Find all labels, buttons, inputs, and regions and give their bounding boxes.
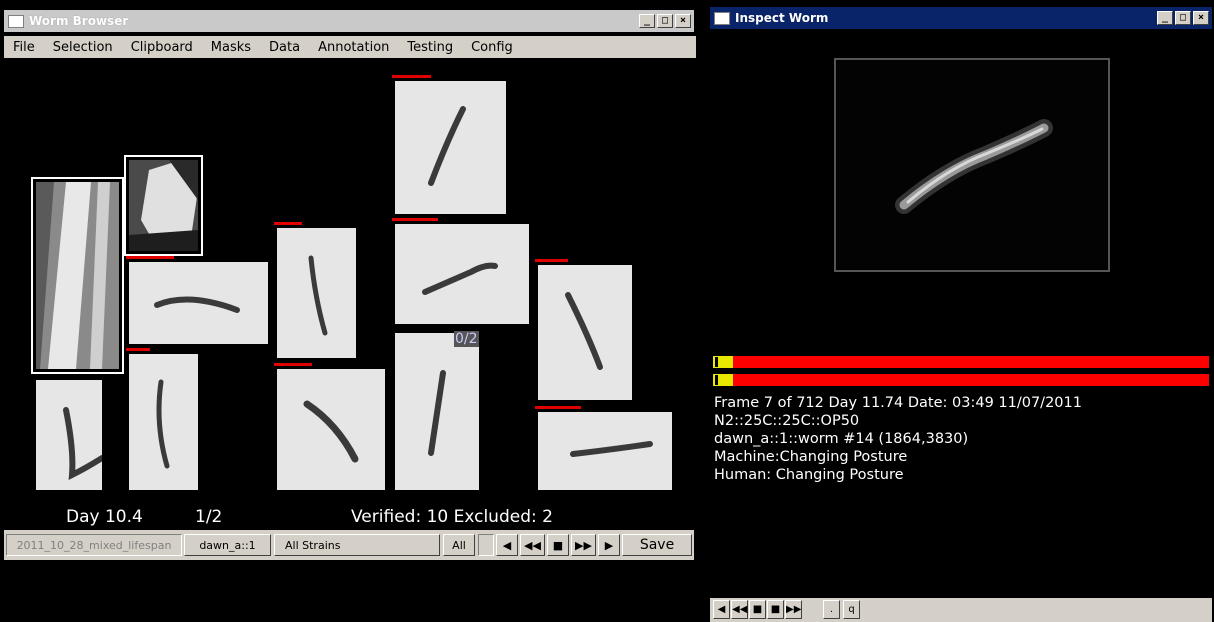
worm-frame-image[interactable]	[834, 58, 1110, 272]
menu-bar: File Selection Clipboard Masks Data Anno…	[4, 36, 696, 58]
thumbnail-count-badge: 0/2	[454, 331, 479, 347]
bottom-toolbar: 2011_10_28_mixed_lifespan dawn_a::1 All …	[4, 530, 694, 560]
menu-annotation[interactable]: Annotation	[309, 40, 398, 55]
window-app-icon	[714, 11, 730, 25]
plate-selector[interactable]: dawn_a::1	[184, 534, 271, 556]
maximize-icon[interactable]: □	[657, 14, 673, 28]
day-label: Day 10.4	[66, 507, 143, 527]
flag-bar	[126, 256, 174, 259]
minimize-icon[interactable]: _	[1157, 11, 1173, 25]
worm-thumbnail[interactable]	[129, 160, 198, 251]
step-back-icon[interactable]: ◀	[713, 600, 730, 619]
stop-icon[interactable]: ■	[767, 600, 784, 619]
close-icon[interactable]: ×	[1193, 11, 1209, 25]
flag-bar	[535, 406, 581, 409]
experiment-selector[interactable]: 2011_10_28_mixed_lifespan	[6, 534, 182, 556]
window-title: Inspect Worm	[735, 11, 829, 25]
flag-bar	[126, 348, 150, 351]
menu-data[interactable]: Data	[260, 40, 309, 55]
verification-summary: Verified: 10 Excluded: 2	[351, 507, 553, 527]
worm-id-info: dawn_a::1::worm #14 (1864,3830)	[714, 431, 969, 447]
worm-thumbnail[interactable]	[395, 81, 506, 214]
save-button[interactable]: Save	[622, 534, 692, 556]
annotation-progress-bar[interactable]	[713, 374, 1209, 386]
worm-thumbnail[interactable]	[538, 412, 672, 490]
worm-browser-window: Worm Browser _ □ × File Selection Clipbo…	[0, 0, 700, 622]
worm-thumbnail[interactable]	[538, 265, 632, 400]
inspect-controls: ◀ ◀◀ ■ ■ ▶▶ . q	[710, 598, 1212, 622]
flag-bar	[392, 75, 431, 78]
stop-icon[interactable]: ■	[547, 534, 569, 556]
machine-annotation: Machine:Changing Posture	[714, 449, 908, 465]
worm-thumbnail[interactable]	[129, 354, 198, 490]
rewind-icon[interactable]: ◀◀	[520, 534, 545, 556]
menu-testing[interactable]: Testing	[398, 40, 462, 55]
close-icon[interactable]: ×	[675, 14, 691, 28]
page-indicator: 1/2	[195, 507, 223, 527]
menu-masks[interactable]: Masks	[202, 40, 260, 55]
maximize-icon[interactable]: □	[1175, 11, 1191, 25]
flag-bar	[535, 259, 568, 262]
flag-bar	[274, 222, 302, 225]
q-button[interactable]: q	[843, 600, 860, 619]
minimize-icon[interactable]: _	[639, 14, 655, 28]
window-app-icon	[8, 14, 24, 28]
rewind-icon[interactable]: ◀◀	[731, 600, 748, 619]
menu-file[interactable]: File	[4, 40, 44, 55]
frame-progress-bar[interactable]	[713, 356, 1209, 368]
flag-bar	[392, 218, 438, 221]
all-button[interactable]: All	[443, 534, 475, 556]
worm-thumbnail[interactable]	[277, 228, 356, 358]
worm-thumbnail[interactable]	[395, 224, 529, 324]
fast-forward-icon[interactable]: ▶▶	[571, 534, 596, 556]
strain-selector[interactable]: All Strains	[274, 534, 440, 556]
worm-thumbnail[interactable]	[36, 182, 119, 369]
next-icon[interactable]: ▶	[598, 534, 620, 556]
frame-info: Frame 7 of 712 Day 11.74 Date: 03:49 11/…	[714, 395, 1082, 411]
menu-clipboard[interactable]: Clipboard	[122, 40, 202, 55]
worm-thumbnail[interactable]	[395, 333, 479, 490]
progress-marker	[715, 357, 718, 367]
strain-info: N2::25C::25C::OP50	[714, 413, 860, 429]
flag-bar	[274, 363, 312, 366]
inspect-worm-titlebar[interactable]: Inspect Worm _ □ ×	[710, 7, 1212, 29]
dot-button[interactable]: .	[823, 600, 840, 619]
prev-icon[interactable]: ◀	[496, 534, 518, 556]
worm-thumbnail[interactable]	[277, 369, 385, 490]
worm-thumbnail[interactable]	[129, 262, 268, 344]
toolbar-spacer	[478, 534, 494, 556]
stop-icon[interactable]: ■	[749, 600, 766, 619]
worm-info-panel: Frame 7 of 712 Day 11.74 Date: 03:49 11/…	[714, 394, 1082, 484]
human-annotation: Human: Changing Posture	[714, 467, 904, 483]
fast-forward-icon[interactable]: ▶▶	[785, 600, 802, 619]
worm-thumbnail[interactable]	[36, 380, 102, 490]
worm-browser-titlebar[interactable]: Worm Browser _ □ ×	[4, 10, 694, 32]
window-title: Worm Browser	[29, 14, 129, 28]
menu-selection[interactable]: Selection	[44, 40, 122, 55]
menu-config[interactable]: Config	[462, 40, 522, 55]
progress-marker	[715, 375, 718, 385]
